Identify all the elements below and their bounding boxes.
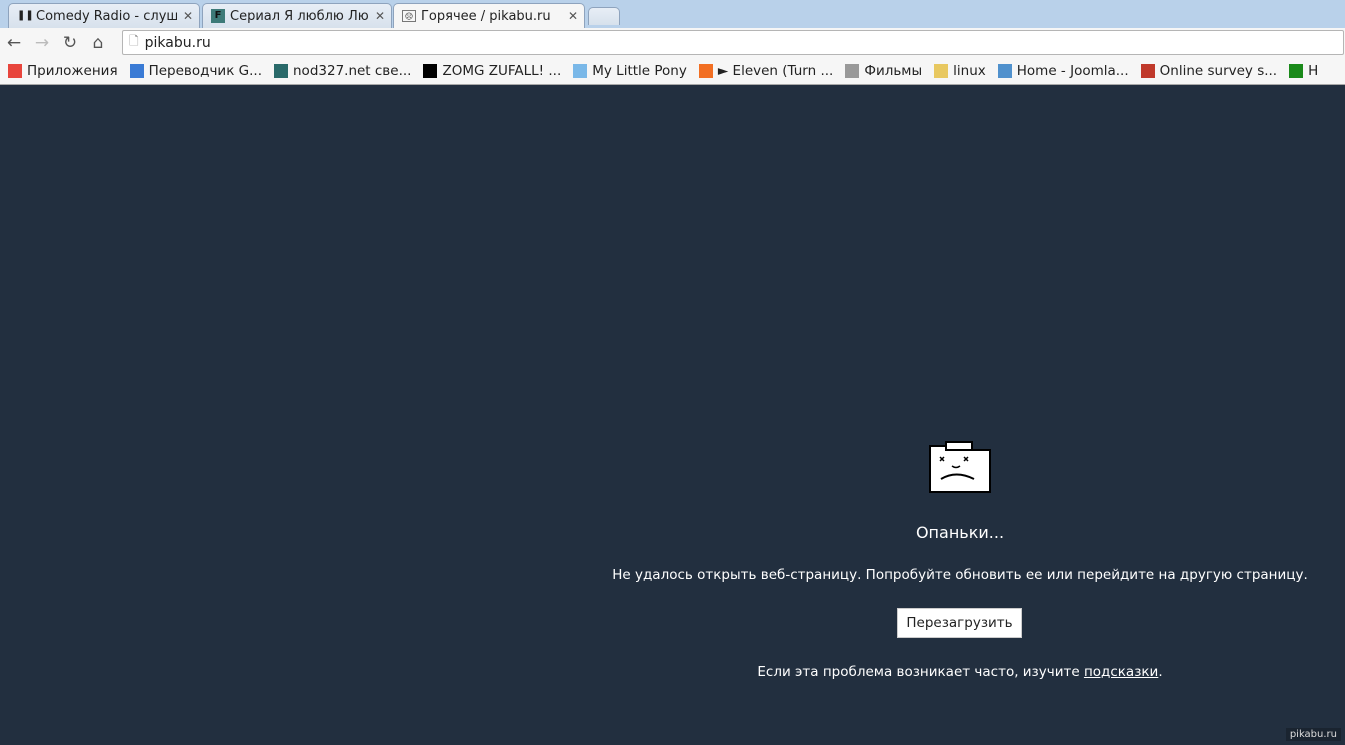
joomla-icon — [997, 63, 1012, 78]
seven-icon — [274, 63, 288, 78]
bookmark-heart[interactable]: My Little Pony — [573, 63, 687, 79]
bookmarks-bar: Приложения Переводчик G... nod327.net све.… — [0, 57, 1345, 85]
bookmark-label: My Little Pony — [592, 62, 687, 79]
gear-icon — [845, 63, 860, 78]
bookmark-label: nod327.net све... — [293, 62, 412, 79]
page-icon: 🗋 — [129, 34, 139, 48]
bookmark-label: Home - Joomla... — [1016, 62, 1129, 79]
apps-grid-icon — [8, 63, 22, 78]
tab-comedy-radio[interactable]: ❚❚ Comedy Radio - слушать ✕ — [8, 3, 200, 28]
target-icon — [1140, 63, 1155, 78]
bookmark-translate[interactable]: Переводчик G... — [129, 62, 262, 79]
sad-page-icon: ☹ — [402, 10, 416, 22]
y-icon — [1289, 63, 1304, 78]
tab-serial[interactable]: F Сериал Я люблю Люси ✕ — [202, 3, 392, 28]
new-tab-button[interactable] — [588, 7, 620, 25]
home-icon[interactable]: ⌂ — [84, 33, 112, 53]
bookmark-label: ► Eleven (Turn ... — [717, 62, 834, 79]
bookmark-label: Приложения — [27, 62, 118, 79]
error-message: Не удалось открыть веб-страницу. Попробу… — [612, 567, 1308, 583]
bookmark-z0r[interactable]: ZOMG ZUFALL! ... — [423, 63, 561, 79]
sad-folder-icon — [929, 441, 991, 493]
close-icon[interactable]: ✕ — [375, 9, 385, 23]
tab-bar: ❚❚ Comedy Radio - слушать ✕ F Сериал Я л… — [0, 0, 1345, 28]
tab-title: Сериал Я люблю Люси — [230, 8, 369, 24]
tab-pikabu[interactable]: ☹ Горячее / pikabu.ru ✕ — [393, 3, 585, 28]
bookmark-target[interactable]: Online survey s... — [1140, 62, 1278, 79]
bookmark-label: H — [1308, 62, 1319, 79]
bookmark-label: Переводчик G... — [148, 62, 262, 79]
bookmark-gear[interactable]: Фильмы — [845, 63, 922, 79]
soundcloud-icon — [698, 63, 713, 78]
back-button[interactable]: ← — [0, 33, 28, 53]
z0r-icon — [423, 63, 438, 78]
hint-suffix: . — [1158, 664, 1163, 680]
toolbar: ← → ↻ ⌂ 🗋 pikabu.ru — [0, 28, 1345, 57]
bookmark-label: Online survey s... — [1159, 62, 1278, 79]
pause-icon: ❚❚ — [17, 10, 34, 21]
error-hint: Если эта проблема возникает часто, изучи… — [700, 664, 1220, 680]
bookmark-apps-grid[interactable]: Приложения — [8, 63, 118, 79]
f-favicon-icon: F — [211, 9, 225, 23]
bookmark-seven[interactable]: nod327.net све... — [274, 63, 411, 79]
close-icon[interactable]: ✕ — [183, 9, 193, 23]
bookmark-soundcloud[interactable]: ► Eleven (Turn ... — [698, 62, 834, 79]
tab-title: Comedy Radio - слушать — [36, 8, 177, 24]
translate-icon — [129, 63, 144, 78]
address-bar[interactable]: 🗋 pikabu.ru — [122, 30, 1344, 55]
hint-text: Если эта проблема возникает часто, изучи… — [757, 664, 1084, 680]
reload-button[interactable]: Перезагрузить — [897, 608, 1022, 638]
hints-link[interactable]: подсказки — [1084, 664, 1158, 680]
close-icon[interactable]: ✕ — [568, 9, 578, 23]
bookmark-label: Фильмы — [864, 62, 923, 79]
error-page — [0, 85, 1345, 745]
bookmark-folder[interactable]: linux — [934, 63, 986, 79]
bookmark-label: ZOMG ZUFALL! ... — [442, 62, 562, 79]
url-text: pikabu.ru — [144, 34, 211, 51]
heart-icon — [573, 63, 588, 78]
watermark: pikabu.ru — [1285, 728, 1341, 741]
bookmark-joomla[interactable]: Home - Joomla... — [997, 62, 1129, 79]
reload-icon[interactable]: ↻ — [56, 33, 84, 53]
forward-button[interactable]: → — [28, 33, 56, 53]
error-heading: Опаньки... — [915, 523, 1005, 542]
folder-icon — [934, 63, 949, 78]
bookmark-y[interactable]: H — [1289, 63, 1318, 79]
bookmark-label: linux — [953, 62, 986, 79]
tab-title: Горячее / pikabu.ru — [421, 8, 551, 24]
